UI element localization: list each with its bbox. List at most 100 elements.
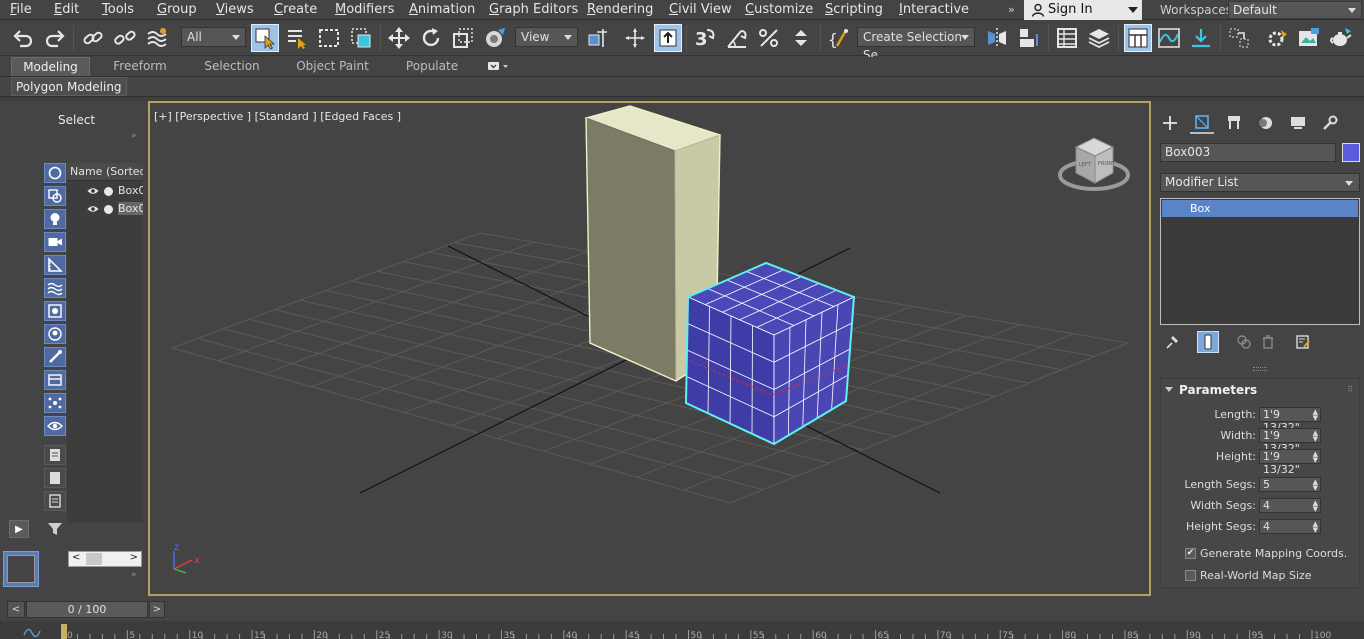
toggle-scene-explorer-button[interactable] [1054,24,1080,52]
curve-editor-button[interactable] [1156,24,1182,52]
display-all-button[interactable] [44,445,66,465]
tab-display[interactable] [1286,112,1310,134]
redo-button[interactable] [42,24,68,52]
undo-button[interactable] [10,24,36,52]
scrollbar-thumb[interactable] [86,553,102,565]
freeze-dot-icon[interactable] [104,187,113,196]
display-hidden-button[interactable] [44,416,66,436]
panel-resize-grip[interactable] [1253,367,1267,371]
select-and-place-button[interactable] [482,24,508,52]
parameters-rollout-header[interactable]: Parameters [1165,383,1257,397]
display-helpers-button[interactable] [44,255,66,275]
bind-space-warp-button[interactable] [144,24,170,52]
spinner-arrows-icon[interactable]: ▲ ▼ [1313,451,1318,464]
time-slider-thumb[interactable]: 0 / 100 [26,601,148,618]
explorer-horizontal-scrollbar[interactable]: < > [68,551,142,567]
spinner-snap-button[interactable] [788,24,814,52]
timeline-ruler[interactable]: 0 5 10 15 20 25 30 35 40 45 50 55 60 65 70 75 80 85 90 95 10… [0,621,1364,639]
display-space-warps-button[interactable] [44,278,66,298]
explorer-select-menu[interactable]: Select [58,113,95,127]
rollout-grip-icon[interactable]: ⠿ [1347,385,1353,394]
display-xrefs-button[interactable] [44,324,66,344]
select-and-rotate-button[interactable] [418,24,444,52]
material-editor-button[interactable] [1226,24,1252,52]
select-object-button[interactable] [251,24,279,52]
window-crossing-button[interactable] [348,24,374,52]
modifier-list-dropdown[interactable]: Modifier List [1160,173,1360,192]
display-particles-button[interactable] [44,393,66,413]
previous-frame-button[interactable]: < [7,601,25,618]
remove-modifier-button[interactable] [1257,331,1279,353]
render-setup-button[interactable] [1264,24,1290,52]
select-and-link-button[interactable] [80,24,106,52]
named-selection-set-select[interactable]: Create Selection Se [857,27,975,62]
viewcube[interactable]: LEFT FRONT [1058,137,1130,191]
display-invert-button[interactable] [44,491,66,511]
show-end-result-button[interactable] [1197,331,1219,353]
align-button[interactable] [1016,24,1042,52]
pin-stack-button[interactable] [1161,331,1183,353]
toggle-ribbon-button[interactable] [1124,24,1152,52]
tab-freeform[interactable]: Freeform [100,57,180,76]
menu-graph-editors[interactable]: Graph Editors [489,2,578,17]
next-frame-button[interactable]: > [149,601,165,618]
tab-modeling[interactable]: Modeling [11,57,90,76]
visibility-eye-icon[interactable] [87,204,99,214]
menu-file[interactable]: File [10,2,32,17]
explorer-overflow-icon[interactable]: » [131,570,137,580]
spinner-arrows-icon[interactable]: ▲ ▼ [1313,430,1318,443]
visibility-eye-icon[interactable] [87,186,99,196]
height-segs-spinner[interactable]: 4 ▲ ▼ [1259,519,1321,534]
spinner-arrows-icon[interactable]: ▲ ▼ [1313,479,1318,492]
make-unique-button[interactable] [1233,331,1255,353]
menu-group[interactable]: Group [157,2,197,17]
tab-modify[interactable] [1190,112,1214,134]
display-shapes-button[interactable] [44,186,66,206]
angle-snap-button[interactable] [724,24,750,52]
menu-tools[interactable]: Tools [102,2,134,17]
menu-customize[interactable]: Customize [745,2,813,17]
mirror-button[interactable] [984,24,1010,52]
spinner-arrows-icon[interactable]: ▲ ▼ [1313,409,1318,422]
generate-mapping-checkbox[interactable]: ✔ [1185,548,1196,559]
schematic-view-button[interactable] [1188,24,1214,52]
tab-utilities[interactable] [1318,112,1342,134]
select-manipulate-button[interactable] [622,24,648,52]
spinner-arrows-icon[interactable]: ▲ ▼ [1313,500,1318,513]
reference-coordinate-select[interactable]: View [515,27,578,47]
menu-animation[interactable]: Animation [409,2,475,17]
real-world-map-checkbox-row[interactable]: Real-World Map Size [1185,568,1361,584]
unlink-selection-button[interactable] [112,24,138,52]
height-spinner[interactable]: 1'9 13/32" ▲ ▼ [1259,449,1321,476]
generate-mapping-checkbox-row[interactable]: ✔ Generate Mapping Coords. [1185,546,1361,562]
display-containers-button[interactable] [44,370,66,390]
menu-overflow-icon[interactable]: » [1008,3,1015,16]
menu-scripting[interactable]: Scripting [825,2,883,17]
display-bones-button[interactable] [44,347,66,367]
use-pivot-center-button[interactable] [584,24,610,52]
tab-populate[interactable]: Populate [392,57,472,76]
stack-item-box[interactable]: Box [1162,200,1358,217]
workspace-select[interactable]: Default [1228,1,1362,19]
percent-snap-button[interactable] [756,24,782,52]
width-segs-spinner[interactable]: 4 ▲ ▼ [1259,498,1321,513]
tab-create[interactable] [1158,112,1182,134]
menu-create[interactable]: Create [274,2,317,17]
configure-modifier-sets-button[interactable] [1292,331,1314,353]
tab-hierarchy[interactable] [1222,112,1246,134]
filter-funnel-icon[interactable] [47,521,63,537]
expand-panel-button[interactable]: ▶ [9,520,29,538]
width-spinner[interactable]: 1'9 13/32"▲▼ [1259,428,1321,455]
menu-views[interactable]: Views [216,2,254,17]
display-cameras-button[interactable] [44,232,66,252]
rectangular-selection-button[interactable] [316,24,342,52]
display-none-button[interactable] [44,468,66,488]
keyboard-shortcut-override-button[interactable] [654,24,682,52]
scroll-left-icon[interactable]: < [72,552,80,563]
list-item[interactable]: Box003 [67,201,143,218]
rendered-frame-window-button[interactable] [1296,24,1322,52]
list-item[interactable]: Box001 [67,183,143,200]
tab-object-paint[interactable]: Object Paint [286,57,379,76]
display-geometry-button[interactable] [44,163,66,183]
menu-edit[interactable]: Edit [54,2,79,17]
